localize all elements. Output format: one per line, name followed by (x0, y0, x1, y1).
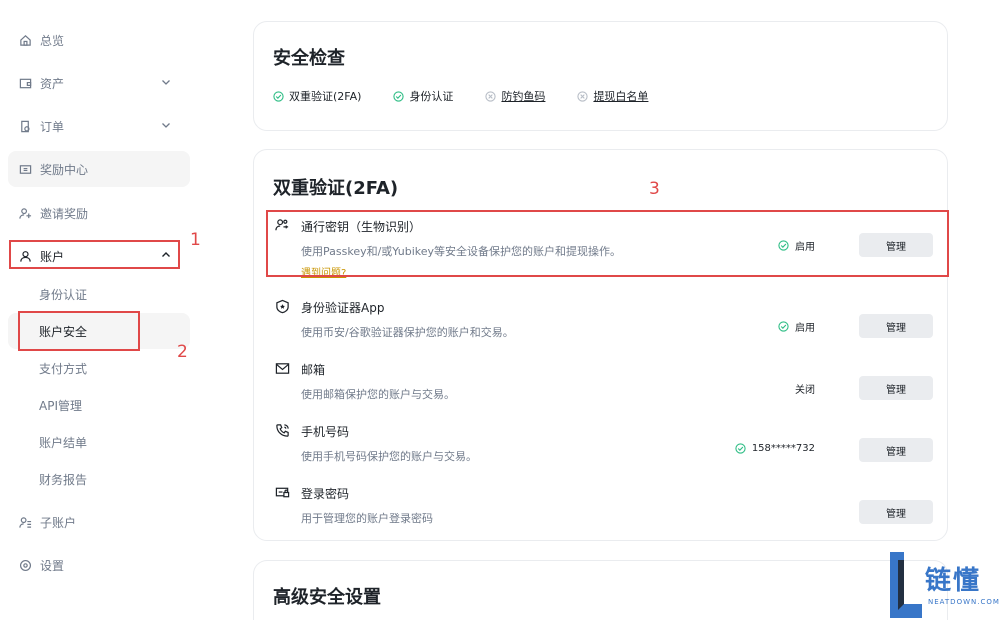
mail-icon (275, 361, 291, 377)
advanced-security-title: 高级安全设置 (273, 587, 381, 608)
manage-button[interactable]: 管理 (859, 438, 933, 462)
x-circle-icon (485, 90, 497, 102)
phone-icon (275, 423, 291, 439)
sidebar-subitem-label: 账户结单 (39, 435, 88, 450)
sidebar-item-label: 奖励中心 (40, 162, 89, 177)
check-item-label: 双重验证(2FA) (289, 90, 362, 103)
check-item-label: 身份认证 (409, 90, 454, 103)
row-title: 邮箱 (301, 363, 326, 377)
sidebar-subitem-label: 支付方式 (39, 361, 88, 376)
sidebar-item-assets[interactable]: 资产 (8, 65, 190, 101)
check-circle-icon (393, 90, 405, 102)
annotation-box-passkey (266, 210, 949, 277)
check-item-2fa: 双重验证(2FA) (273, 88, 361, 104)
check-item-identity: 身份认证 (393, 88, 453, 104)
wallet-icon (18, 76, 32, 90)
sidebar-item-overview[interactable]: 总览 (8, 22, 190, 58)
sidebar-subitem-reports[interactable]: 财务报告 (8, 461, 190, 497)
sidebar-item-label: 子账户 (40, 515, 77, 530)
sidebar-item-label: 订单 (40, 119, 65, 134)
sidebar-item-rewards[interactable]: 奖励中心 (8, 151, 190, 187)
row-description: 使用邮箱保护您的账户与交易。 (301, 388, 455, 401)
chevron-down-icon (160, 119, 172, 131)
sidebar-subitem-identity[interactable]: 身份认证 (8, 276, 190, 312)
sidebar-subitem-label: 身份认证 (39, 287, 88, 302)
check-item-withdraw-whitelist[interactable]: 提现白名单 (577, 88, 648, 104)
security-check-card: 安全检查 双重验证(2FA) 身份认证 防钓鱼码 提现白名单 (253, 21, 948, 131)
manage-button[interactable]: 管理 (859, 500, 933, 524)
sidebar-subitem-payment[interactable]: 支付方式 (8, 350, 190, 386)
ticket-icon (18, 162, 32, 176)
twofa-row-email: 邮箱 使用邮箱保护您的账户与交易。 关闭 管理 (273, 357, 933, 417)
row-title: 手机号码 (301, 425, 350, 439)
home-icon (18, 33, 32, 47)
twofa-title: 双重验证(2FA) (273, 178, 399, 199)
status-badge: 关闭 (795, 381, 815, 396)
row-description: 使用手机号码保护您的账户与交易。 (301, 450, 477, 463)
row-title: 登录密码 (301, 487, 350, 501)
annotation-box-account (9, 240, 180, 269)
x-circle-icon (577, 90, 589, 102)
sidebar-subitem-label: 财务报告 (39, 472, 88, 487)
sidebar: 总览 资产 订单 奖励中心 邀请奖励 账户 身份认证 账户安全 支付方式 API… (0, 0, 200, 620)
sub-account-icon (18, 515, 32, 529)
check-circle-icon (778, 321, 789, 332)
annotation-number-2: 2 (177, 342, 188, 362)
status-text: 启用 (795, 323, 815, 334)
row-description: 用于管理您的账户登录密码 (301, 512, 433, 525)
authenticator-icon (275, 299, 291, 315)
status-text: 关闭 (795, 385, 815, 396)
settings-icon (18, 558, 32, 572)
row-description: 使用币安/谷歌验证器保护您的账户和交易。 (301, 326, 514, 339)
annotation-box-account-security (18, 311, 140, 351)
twofa-row-password: 登录密码 用于管理您的账户登录密码 管理 (273, 481, 933, 541)
watermark-name: 链懂 (925, 566, 982, 596)
advanced-security-card: 高级安全设置 (253, 560, 948, 620)
sidebar-subitem-api[interactable]: API管理 (8, 387, 190, 423)
watermark-domain: NEATDOWN.COM (928, 598, 1000, 606)
sidebar-item-label: 总览 (40, 33, 65, 48)
annotation-number-1: 1 (190, 230, 201, 250)
check-item-label[interactable]: 防钓鱼码 (501, 88, 545, 104)
chevron-down-icon (160, 76, 172, 88)
manage-button[interactable]: 管理 (859, 376, 933, 400)
sidebar-item-orders[interactable]: 订单 (8, 108, 190, 144)
twofa-card: 双重验证(2FA) 通行密钥（生物识别） 使用Passkey和/或Yubikey… (253, 149, 948, 541)
sidebar-item-label: 邀请奖励 (40, 206, 89, 221)
sidebar-subitem-label: API管理 (39, 398, 82, 413)
check-item-anti-phishing[interactable]: 防钓鱼码 (485, 88, 545, 104)
sidebar-item-label: 资产 (40, 76, 65, 91)
row-title: 身份验证器App (301, 301, 385, 315)
sidebar-item-referral[interactable]: 邀请奖励 (8, 195, 190, 231)
twofa-row-phone: 手机号码 使用手机号码保护您的账户与交易。 158*****732 管理 (273, 419, 933, 479)
status-badge: 158*****732 (735, 443, 815, 454)
add-user-icon (18, 206, 32, 220)
sidebar-item-settings[interactable]: 设置 (8, 547, 190, 583)
status-text: 158*****732 (751, 443, 815, 454)
sidebar-subitem-statement[interactable]: 账户结单 (8, 424, 190, 460)
password-icon (275, 485, 291, 501)
security-check-list: 双重验证(2FA) 身份认证 防钓鱼码 提现白名单 (273, 88, 680, 104)
check-circle-icon (273, 90, 284, 102)
sidebar-item-label: 设置 (40, 558, 65, 573)
check-item-label[interactable]: 提现白名单 (593, 88, 648, 104)
watermark-logo: 链懂 NEATDOWN.COM (884, 550, 1000, 620)
twofa-row-authenticator: 身份验证器App 使用币安/谷歌验证器保护您的账户和交易。 启用 管理 (273, 295, 933, 355)
logo-mark-icon (890, 552, 922, 618)
annotation-number-3: 3 (649, 179, 660, 199)
order-icon (18, 119, 32, 133)
status-badge: 启用 (778, 319, 815, 334)
check-circle-icon (735, 443, 746, 454)
security-check-title: 安全检查 (273, 48, 345, 69)
sidebar-item-subaccount[interactable]: 子账户 (8, 504, 190, 540)
manage-button[interactable]: 管理 (859, 314, 933, 338)
